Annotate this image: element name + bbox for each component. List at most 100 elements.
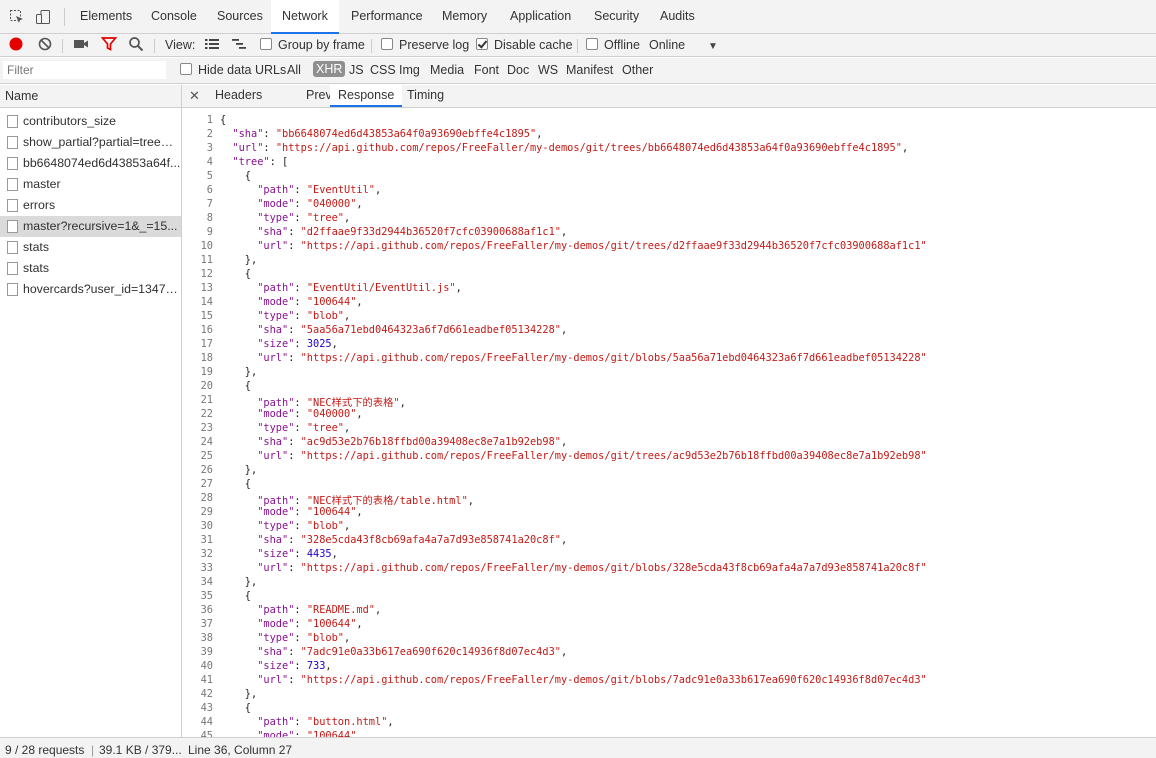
filter-bar: Hide data URLs All XHR JS CSS Img Media … xyxy=(0,58,1156,84)
file-icon xyxy=(7,157,18,170)
filter-icon[interactable] xyxy=(100,36,118,57)
hide-data-urls-checkbox[interactable]: Hide data URLs xyxy=(180,63,286,77)
tab-sources[interactable]: Sources xyxy=(206,0,274,33)
code-line: "size": 733, xyxy=(257,660,332,672)
filter-input[interactable] xyxy=(3,61,166,79)
filter-type-other[interactable]: Other xyxy=(622,63,653,77)
line-number: 3 xyxy=(206,142,213,154)
line-number: 34 xyxy=(200,576,213,588)
line-number: 21 xyxy=(200,394,213,406)
network-toolbar: View: Group by frame Preserve log Disabl… xyxy=(0,34,1156,57)
line-number: 2 xyxy=(206,128,213,140)
transfer-size: 39.1 KB / 379... xyxy=(99,743,182,757)
request-name: hovercards?user_id=13477... xyxy=(23,282,181,296)
request-row[interactable]: contributors_size xyxy=(0,111,181,132)
response-body[interactable]: 1 {2 "sha": "bb6648074ed6d43853a64f0a9369… xyxy=(182,114,1156,737)
filter-type-media[interactable]: Media xyxy=(430,63,464,77)
large-rows-icon[interactable] xyxy=(204,37,220,56)
line-number: 6 xyxy=(206,184,213,196)
checkbox-box[interactable] xyxy=(586,38,598,50)
code-line: "url": "https://api.github.com/repos/Fre… xyxy=(257,450,927,462)
request-name: stats xyxy=(23,240,49,254)
line-number: 5 xyxy=(206,170,213,182)
code-line: "mode": "040000", xyxy=(257,408,363,420)
group-by-frame-checkbox[interactable]: Group by frame xyxy=(260,37,365,54)
line-number: 45 xyxy=(200,730,213,737)
device-toolbar-icon[interactable] xyxy=(35,9,51,25)
line-number: 43 xyxy=(200,702,213,714)
checkbox-box-checked[interactable] xyxy=(476,38,488,50)
filter-type-doc[interactable]: Doc xyxy=(507,63,529,77)
preserve-log-checkbox[interactable]: Preserve log xyxy=(381,37,469,54)
tab-performance[interactable]: Performance xyxy=(340,0,434,33)
chevron-down-icon[interactable]: ▼ xyxy=(708,38,718,55)
tab-response[interactable]: Response xyxy=(330,85,403,107)
request-row-selected[interactable]: master?recursive=1&_=15... xyxy=(0,216,181,237)
offline-checkbox[interactable]: Offline xyxy=(586,37,640,54)
filter-type-js[interactable]: JS xyxy=(349,63,364,77)
filter-type-font[interactable]: Font xyxy=(474,63,499,77)
search-icon[interactable] xyxy=(128,36,144,57)
request-row[interactable]: stats xyxy=(0,237,181,258)
request-details: ✕ Headers Preview Response Timing 1 {2 "s… xyxy=(182,85,1156,737)
filter-type-img[interactable]: Img xyxy=(399,63,420,77)
checkbox-box[interactable] xyxy=(180,63,192,75)
status-bar: 9 / 28 requests | 39.1 KB / 379... Line … xyxy=(0,737,1156,758)
code-line: "mode": "100644", xyxy=(257,618,363,630)
code-line: "mode": "100644", xyxy=(257,730,363,737)
line-number: 44 xyxy=(200,716,213,728)
record-icon[interactable] xyxy=(8,36,24,57)
devtools-tabbar: Elements Console Sources Network Perform… xyxy=(0,0,1156,34)
code-line: "size": 3025, xyxy=(257,338,338,350)
capture-screenshots-icon[interactable] xyxy=(73,36,89,57)
filter-type-ws[interactable]: WS xyxy=(538,63,558,77)
tab-elements[interactable]: Elements xyxy=(69,0,143,33)
code-line: "sha": "5aa56a71ebd0464323a6f7d661eadbef… xyxy=(257,324,568,336)
filter-type-manifest[interactable]: Manifest xyxy=(566,63,613,77)
request-row[interactable]: errors xyxy=(0,195,181,216)
code-line: "url": "https://api.github.com/repos/Fre… xyxy=(257,240,927,252)
request-row[interactable]: hovercards?user_id=13477... xyxy=(0,279,181,300)
checkbox-box[interactable] xyxy=(260,38,272,50)
filter-type-xhr[interactable]: XHR xyxy=(313,61,346,77)
filter-type-css[interactable]: CSS xyxy=(370,63,396,77)
tab-network[interactable]: Network xyxy=(271,0,339,34)
close-icon[interactable]: ✕ xyxy=(189,85,200,106)
code-line: "tree": [ xyxy=(232,156,289,168)
tab-timing[interactable]: Timing xyxy=(399,85,452,107)
code-line: "path": "README.md", xyxy=(257,604,382,616)
inspect-element-icon[interactable] xyxy=(9,9,25,25)
line-number: 17 xyxy=(200,338,213,350)
request-row[interactable]: master xyxy=(0,174,181,195)
checkbox-box[interactable] xyxy=(381,38,393,50)
request-name: contributors_size xyxy=(23,114,116,128)
cursor-position: Line 36, Column 27 xyxy=(188,743,293,757)
code-line: }, xyxy=(220,366,258,378)
divider xyxy=(371,39,372,53)
code-line: "sha": "328e5cda43f8cb69afa4a7a7d93e8587… xyxy=(257,534,568,546)
request-row[interactable]: bb6648074ed6d43853a64f... xyxy=(0,153,181,174)
line-number: 30 xyxy=(200,520,213,532)
disable-cache-checkbox[interactable]: Disable cache xyxy=(476,37,573,54)
request-row[interactable]: show_partial?partial=tree%... xyxy=(0,132,181,153)
overview-icon[interactable] xyxy=(231,37,247,56)
throttling-select[interactable]: Online xyxy=(649,37,685,54)
file-icon xyxy=(7,241,18,254)
tab-audits[interactable]: Audits xyxy=(649,0,706,33)
tab-headers[interactable]: Headers xyxy=(207,85,270,107)
clear-icon[interactable] xyxy=(37,36,53,57)
tab-application[interactable]: Application xyxy=(499,0,582,33)
request-row[interactable]: stats xyxy=(0,258,181,279)
line-number: 33 xyxy=(200,562,213,574)
divider xyxy=(154,39,155,53)
tab-security[interactable]: Security xyxy=(583,0,650,33)
file-icon xyxy=(7,283,18,296)
request-name: master?recursive=1&_=15... xyxy=(23,219,178,233)
name-column-header[interactable]: Name xyxy=(0,85,181,108)
tab-console[interactable]: Console xyxy=(140,0,208,33)
file-icon xyxy=(7,178,18,191)
line-number: 23 xyxy=(200,422,213,434)
filter-type-all[interactable]: All xyxy=(287,63,301,77)
tab-memory[interactable]: Memory xyxy=(431,0,498,33)
line-number: 39 xyxy=(200,646,213,658)
